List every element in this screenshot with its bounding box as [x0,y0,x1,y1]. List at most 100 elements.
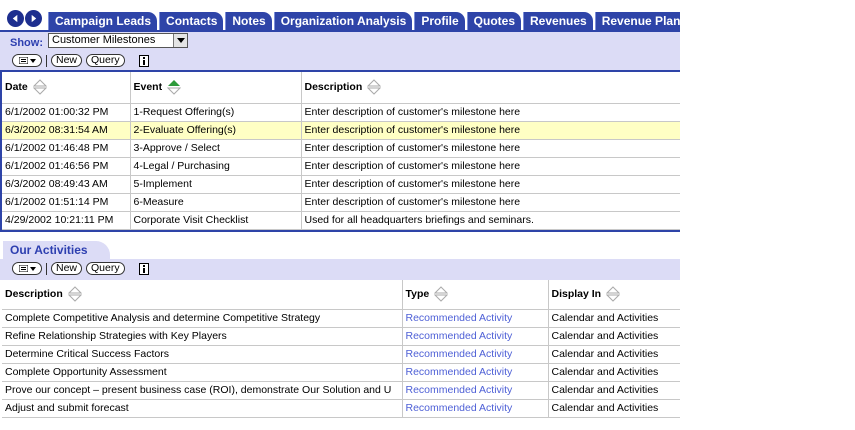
cell-date: 6/3/2002 08:49:43 AM [2,175,131,194]
show-label: Show: [10,37,43,49]
tab-profile[interactable]: Profile [414,12,465,31]
menu-caret-icon [29,266,36,271]
toolbar-separator [46,54,47,67]
activities-title: Our Activities [3,241,110,259]
cell-date: 6/1/2002 01:51:14 PM [2,193,131,212]
menu-button[interactable] [12,262,42,275]
cell-date: 6/1/2002 01:46:56 PM [2,157,131,176]
column-header-description[interactable]: Description [301,72,680,104]
cell-date: 6/1/2002 01:00:32 PM [2,103,131,122]
cell-type-link[interactable]: Recommended Activity [402,327,549,346]
cell-description: Determine Critical Success Factors [2,345,403,364]
cell-display-in: Calendar and Activities [548,363,680,382]
milestones-table: Date Event Description 6/1/2002 01:00:32… [2,72,680,230]
tab-revenue-plans[interactable]: Revenue Plans [594,12,680,31]
sort-icon[interactable] [367,79,382,95]
cell-description: Enter description of customer's mileston… [301,157,680,176]
toolbar-separator [46,262,47,275]
menu-caret-icon [29,58,36,63]
menu-button[interactable] [12,54,42,67]
tab-campaign-leads[interactable]: Campaign Leads [48,12,158,31]
tab-bar: Campaign Leads Contacts Notes Organizati… [0,0,680,32]
cell-display-in: Calendar and Activities [548,399,680,418]
app-window: Campaign Leads Contacts Notes Organizati… [0,0,680,430]
cell-description: Complete Opportunity Assessment [2,363,403,382]
cell-display-in: Calendar and Activities [548,345,680,364]
table-row[interactable]: Refine Relationship Strategies with Key … [2,327,680,346]
select-dropdown-icon[interactable] [173,34,187,47]
sort-icon[interactable] [32,79,47,95]
table-row[interactable]: 4/29/2002 10:21:11 PM Corporate Visit Ch… [2,211,680,230]
cell-description: Used for all headquarters briefings and … [301,211,680,230]
cell-event: 5-Implement [130,175,302,194]
cell-date: 4/29/2002 10:21:11 PM [2,211,131,230]
cell-date: 6/1/2002 01:46:48 PM [2,139,131,158]
cell-description: Adjust and submit forecast [2,399,403,418]
tab-notes[interactable]: Notes [225,12,272,31]
cell-type-link[interactable]: Recommended Activity [402,381,549,400]
cell-display-in: Calendar and Activities [548,381,680,400]
cell-type-link[interactable]: Recommended Activity [402,345,549,364]
cell-event: 2-Evaluate Offering(s) [130,121,302,140]
cell-description: Prove our concept – present business cas… [2,381,403,400]
activities-header-row: Description Type Display In [2,280,680,310]
cell-description: Refine Relationship Strategies with Key … [2,327,403,346]
table-row[interactable]: 6/1/2002 01:51:14 PM 6-Measure Enter des… [2,193,680,212]
tab-scroll-left-icon[interactable] [7,10,24,27]
table-row[interactable]: 6/1/2002 01:46:48 PM 3-Approve / Select … [2,139,680,158]
cell-date: 6/3/2002 08:31:54 AM [2,121,131,140]
cell-display-in: Calendar and Activities [548,327,680,346]
cell-display-in: Calendar and Activities [548,309,680,328]
tab-quotes[interactable]: Quotes [466,12,521,31]
table-row[interactable]: Complete Competitive Analysis and determ… [2,309,680,328]
cell-description: Enter description of customer's mileston… [301,121,680,140]
table-row[interactable]: Complete Opportunity Assessment Recommen… [2,363,680,382]
column-header-description[interactable]: Description [2,280,403,310]
milestones-toolbar: New Query [12,54,149,67]
menu-lines-icon [18,57,28,64]
tab-contacts[interactable]: Contacts [159,12,224,31]
menu-lines-icon [18,265,28,272]
info-icon[interactable] [138,262,149,275]
show-select[interactable]: Customer Milestones [48,33,188,48]
cell-description: Complete Competitive Analysis and determ… [2,309,403,328]
cell-event: 6-Measure [130,193,302,212]
cell-event: 4-Legal / Purchasing [130,157,302,176]
sort-icon[interactable] [606,286,621,302]
table-row[interactable]: 6/1/2002 01:46:56 PM 4-Legal / Purchasin… [2,157,680,176]
table-row[interactable]: Determine Critical Success Factors Recom… [2,345,680,364]
table-row-selected[interactable]: 6/3/2002 08:31:54 AM 2-Evaluate Offering… [2,121,680,140]
table-row[interactable]: 6/1/2002 01:00:32 PM 1-Request Offering(… [2,103,680,122]
tab-scroll-arrows [7,10,42,27]
tab-revenues[interactable]: Revenues [523,12,593,31]
column-header-type[interactable]: Type [402,280,549,310]
query-button[interactable]: Query [86,54,125,67]
cell-type-link[interactable]: Recommended Activity [402,363,549,382]
table-row[interactable]: 6/3/2002 08:49:43 AM 5-Implement Enter d… [2,175,680,194]
view-tabs: Campaign Leads Contacts Notes Organizati… [48,12,680,31]
sort-icon[interactable] [67,286,82,302]
info-icon[interactable] [138,54,149,67]
cell-type-link[interactable]: Recommended Activity [402,309,549,328]
sort-ascending-icon[interactable] [167,79,182,95]
table-row[interactable]: Prove our concept – present business cas… [2,381,680,400]
column-header-event[interactable]: Event [130,72,302,104]
query-button[interactable]: Query [86,262,125,275]
milestones-header-row: Date Event Description [2,72,680,104]
column-header-date[interactable]: Date [2,72,131,104]
cell-description: Enter description of customer's mileston… [301,139,680,158]
column-header-display-in[interactable]: Display In [548,280,680,310]
new-button[interactable]: New [51,262,83,275]
cell-description: Enter description of customer's mileston… [301,175,680,194]
show-select-value: Customer Milestones [52,34,156,46]
new-button[interactable]: New [51,54,83,67]
tab-scroll-right-icon[interactable] [25,10,42,27]
cell-type-link[interactable]: Recommended Activity [402,399,549,418]
cell-event: 3-Approve / Select [130,139,302,158]
table-row[interactable]: Adjust and submit forecast Recommended A… [2,399,680,418]
tab-organization-analysis[interactable]: Organization Analysis [273,12,413,31]
activities-toolbar: New Query [12,262,149,275]
cell-description: Enter description of customer's mileston… [301,103,680,122]
cell-event: 1-Request Offering(s) [130,103,302,122]
sort-icon[interactable] [434,286,449,302]
